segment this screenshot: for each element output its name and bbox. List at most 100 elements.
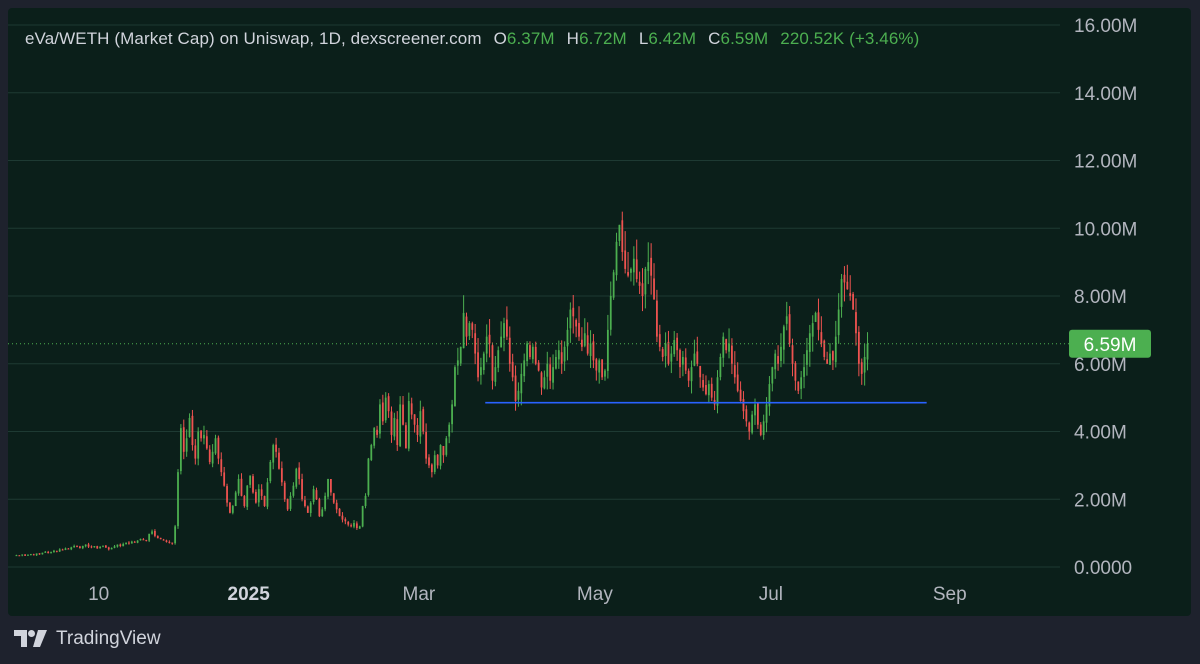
candle-body bbox=[399, 404, 402, 447]
candle-body bbox=[203, 434, 205, 439]
candle-body bbox=[673, 340, 676, 355]
candle-body bbox=[338, 508, 341, 517]
candle-body bbox=[604, 370, 606, 377]
candle-body bbox=[237, 478, 240, 494]
candle-body bbox=[846, 281, 849, 290]
candle-body bbox=[318, 499, 321, 517]
candle-body bbox=[58, 549, 61, 552]
candle-body bbox=[217, 437, 220, 459]
candle-body bbox=[439, 445, 442, 466]
candle-body bbox=[681, 356, 684, 365]
close-value: 6.59M bbox=[720, 29, 769, 48]
candle-body bbox=[540, 372, 543, 388]
candle-body bbox=[18, 555, 21, 557]
candle-body bbox=[226, 486, 228, 503]
candle-body bbox=[278, 452, 280, 469]
candle-body bbox=[508, 337, 511, 364]
candle-body bbox=[468, 323, 471, 336]
change-value: 220.52K (+3.46%) bbox=[780, 29, 920, 48]
candle-body bbox=[491, 345, 494, 381]
candle-body bbox=[699, 366, 702, 378]
candle-body bbox=[156, 536, 159, 539]
candle-body bbox=[840, 279, 843, 307]
candle-body bbox=[257, 489, 260, 503]
candle-body bbox=[38, 553, 41, 555]
candle-body bbox=[837, 309, 840, 336]
candle-body bbox=[381, 402, 384, 422]
candle-body bbox=[384, 397, 387, 421]
candle-body bbox=[315, 490, 318, 500]
candle-body bbox=[53, 550, 55, 553]
candle-body bbox=[145, 539, 148, 541]
candle-body bbox=[488, 334, 491, 344]
candle-body bbox=[485, 336, 488, 354]
candle-body bbox=[272, 445, 275, 463]
tradingview-logo-icon[interactable] bbox=[14, 630, 48, 648]
candle-body bbox=[327, 478, 329, 497]
candle-body bbox=[687, 370, 690, 381]
candle-body bbox=[413, 414, 416, 425]
candle-body bbox=[364, 495, 367, 507]
candle-body bbox=[214, 438, 217, 454]
candle-body bbox=[725, 339, 728, 351]
axes: 16.00M 14.00M 12.00M 10.00M 8.00M 6.00M 4.00M 2… bbox=[88, 16, 1137, 605]
candle-body bbox=[546, 363, 549, 377]
candle-body bbox=[860, 362, 863, 374]
candle-body bbox=[428, 457, 430, 466]
candle-body bbox=[615, 241, 618, 276]
candle-body bbox=[497, 350, 500, 368]
candle-body bbox=[834, 336, 837, 363]
candle-body bbox=[376, 429, 378, 435]
candle-body bbox=[598, 360, 601, 373]
high-key: H bbox=[566, 29, 580, 48]
candle-body bbox=[500, 336, 503, 348]
candle-body bbox=[595, 359, 598, 371]
candle-body bbox=[632, 258, 635, 273]
candle-body bbox=[425, 431, 428, 459]
candle-body bbox=[606, 329, 609, 371]
candle-body bbox=[289, 495, 292, 509]
candle-body bbox=[520, 373, 523, 394]
candle-body bbox=[393, 417, 396, 437]
candle-body bbox=[624, 250, 627, 269]
candle-body bbox=[462, 312, 465, 349]
candle-body bbox=[529, 345, 531, 357]
candle-body bbox=[707, 384, 710, 396]
candle-body bbox=[162, 539, 165, 541]
candle-body bbox=[185, 438, 188, 452]
candle-body bbox=[754, 404, 756, 416]
candle-body bbox=[820, 332, 823, 344]
candle-body bbox=[557, 350, 560, 360]
candle-body bbox=[849, 293, 852, 296]
candle-body bbox=[252, 476, 254, 493]
grid-lines bbox=[8, 24, 1060, 568]
candle-body bbox=[304, 500, 306, 507]
candle-body bbox=[788, 314, 791, 344]
candle-body bbox=[419, 411, 422, 437]
candle-body bbox=[627, 272, 629, 276]
candle-body bbox=[808, 333, 811, 352]
candle-body bbox=[177, 472, 179, 527]
candle-body bbox=[341, 515, 344, 520]
candlestick-chart[interactable]: 6.59M 16.00M 14.00M 12.00M 10.00M 8.00M 6.00M… bbox=[8, 8, 1191, 616]
candle-body bbox=[863, 356, 866, 373]
candle-body bbox=[630, 268, 632, 273]
candle-body bbox=[855, 312, 857, 334]
candle-body bbox=[151, 531, 153, 534]
chart-panel[interactable]: 6.59M 16.00M 14.00M 12.00M 10.00M 8.00M 6.00M… bbox=[8, 8, 1191, 616]
candle-body bbox=[785, 316, 788, 324]
candle-body bbox=[104, 545, 107, 548]
candle-body bbox=[670, 353, 673, 362]
candle-body bbox=[229, 502, 231, 513]
candle-body bbox=[745, 409, 748, 422]
candle-body bbox=[448, 424, 451, 437]
candle-body bbox=[390, 411, 393, 435]
candle-body bbox=[15, 555, 18, 557]
candle-body bbox=[560, 352, 563, 364]
candle-body bbox=[684, 357, 687, 371]
candle-body bbox=[811, 323, 814, 337]
candle-body bbox=[794, 363, 797, 381]
brand-name[interactable]: TradingView bbox=[56, 628, 161, 650]
candle-body bbox=[379, 404, 381, 434]
candle-body bbox=[549, 364, 552, 381]
